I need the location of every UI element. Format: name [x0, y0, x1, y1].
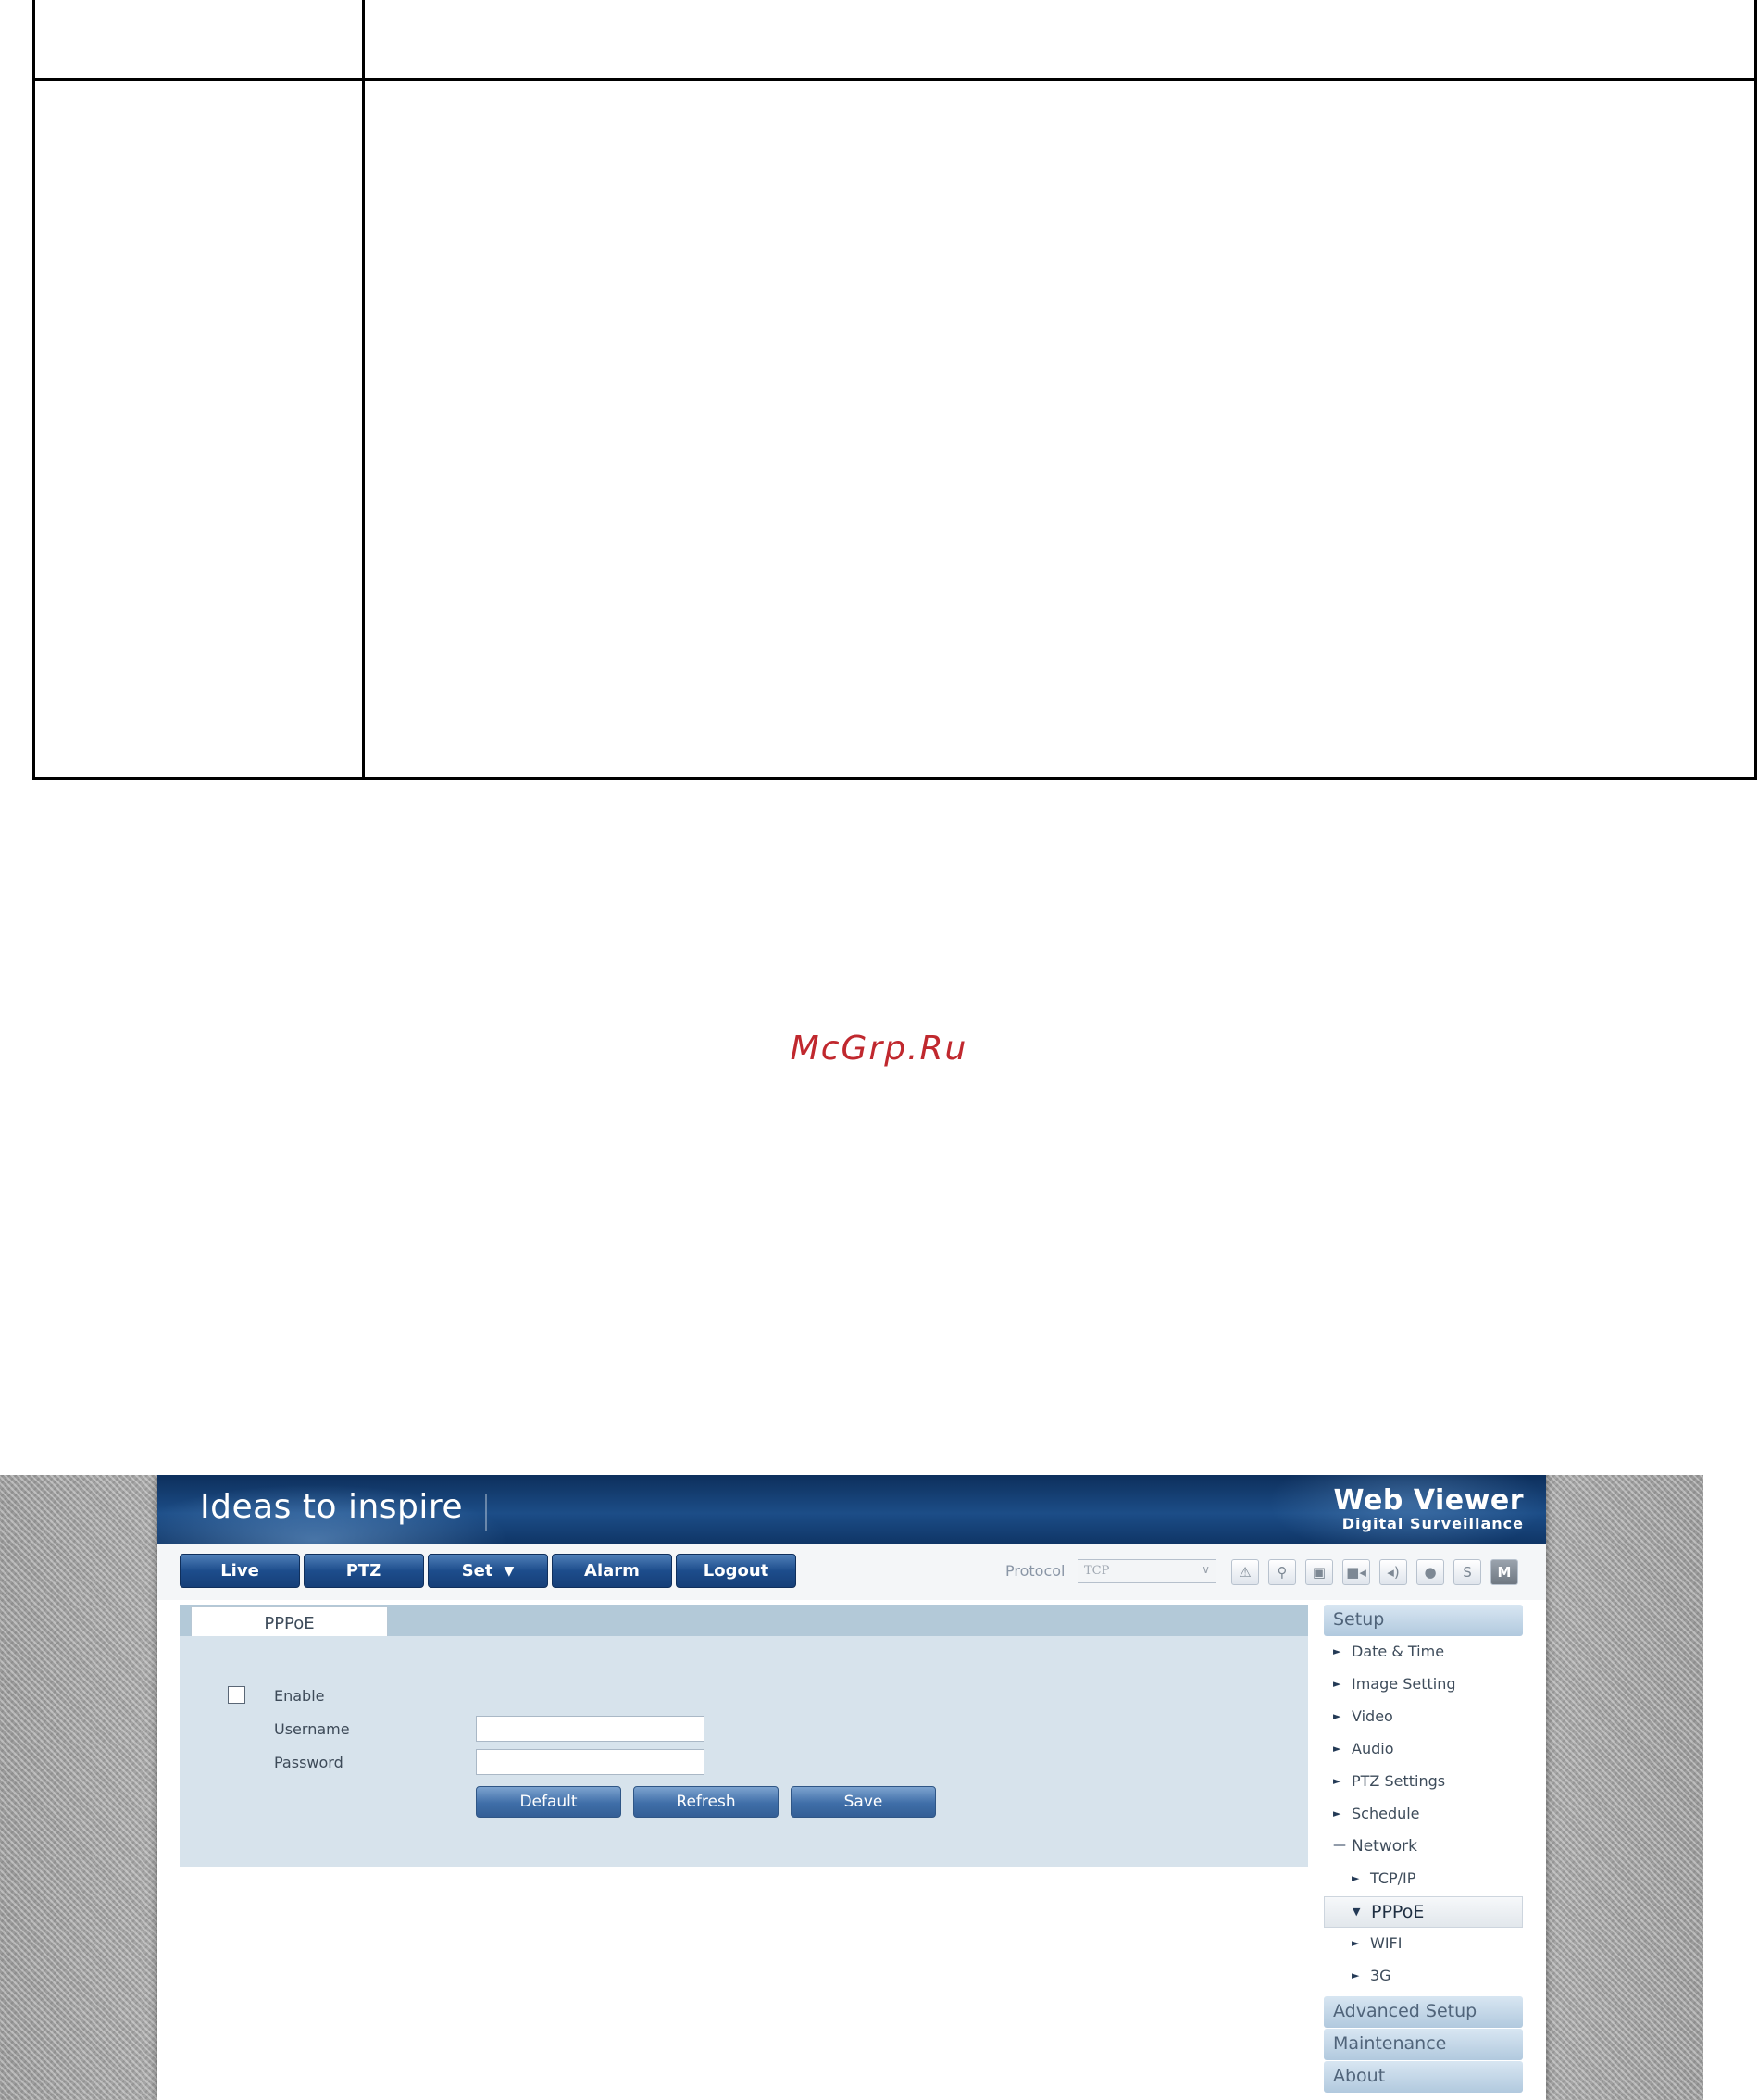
- protocol-select[interactable]: TCP ∨: [1078, 1559, 1216, 1583]
- arrow-right-icon: ►: [1333, 1710, 1341, 1722]
- arrow-right-icon: ►: [1333, 1775, 1341, 1787]
- record-icon[interactable]: ■◂: [1342, 1559, 1370, 1585]
- web-viewer-app: Ideas to inspire Web Viewer Digital Surv…: [157, 1475, 1546, 2100]
- table-column-divider: [362, 0, 365, 777]
- arrow-right-icon: ►: [1352, 1969, 1360, 1981]
- username-field[interactable]: [476, 1716, 704, 1742]
- nav-logout-button[interactable]: Logout: [676, 1554, 796, 1588]
- menu-item-wifi[interactable]: ► WIFI: [1324, 1931, 1523, 1959]
- menu-setup[interactable]: Setup: [1324, 1605, 1523, 1636]
- arrow-down-icon: ▼: [1353, 1906, 1361, 1918]
- collapse-icon: —: [1333, 1838, 1346, 1853]
- menu-item-video[interactable]: ► Video: [1324, 1705, 1523, 1732]
- stream-s-icon[interactable]: S: [1453, 1559, 1481, 1585]
- header-separator: [485, 1494, 487, 1531]
- tagline: Ideas to inspire: [200, 1488, 464, 1526]
- arrow-right-icon: ►: [1352, 1937, 1360, 1949]
- protocol-label: Protocol: [1005, 1562, 1066, 1580]
- microphone-icon[interactable]: ●: [1416, 1559, 1444, 1585]
- zoom-icon[interactable]: ⚲: [1268, 1559, 1296, 1585]
- chevron-down-icon: ∨: [1202, 1563, 1210, 1576]
- nav-set-button[interactable]: Set ▼: [428, 1554, 548, 1588]
- arrow-right-icon: ►: [1333, 1743, 1341, 1755]
- password-field[interactable]: [476, 1749, 704, 1775]
- arrow-right-icon: ►: [1333, 1645, 1341, 1657]
- document-table: [32, 0, 1757, 780]
- brand-title: Web Viewer: [1333, 1484, 1524, 1517]
- speaker-icon[interactable]: ◂): [1379, 1559, 1407, 1585]
- app-header: Ideas to inspire Web Viewer Digital Surv…: [157, 1475, 1546, 1544]
- watermark: McGrp.Ru: [790, 1030, 968, 1068]
- nav-alarm-button[interactable]: Alarm: [552, 1554, 672, 1588]
- default-button[interactable]: Default: [476, 1786, 621, 1818]
- toolbar: Live PTZ Set ▼ Alarm Logout Protocol TCP …: [157, 1544, 1546, 1600]
- panel-tabbar: PPPoE: [180, 1605, 1308, 1640]
- enable-checkbox[interactable]: [228, 1686, 245, 1704]
- brand-subtitle: Digital Surveillance: [1341, 1515, 1524, 1532]
- refresh-button[interactable]: Refresh: [633, 1786, 779, 1818]
- menu-item-tcp-ip[interactable]: ► TCP/IP: [1324, 1867, 1523, 1894]
- nav-ptz-button[interactable]: PTZ: [304, 1554, 424, 1588]
- arrow-right-icon: ►: [1352, 1872, 1360, 1884]
- menu-about[interactable]: About: [1324, 2061, 1523, 2093]
- password-label: Password: [274, 1754, 343, 1771]
- brand: Web Viewer Digital Surveillance: [1334, 1486, 1524, 1532]
- menu-item-3g[interactable]: ► 3G: [1324, 1964, 1523, 1992]
- arrow-right-icon: ►: [1333, 1678, 1341, 1690]
- menu-item-ptz-settings[interactable]: ► PTZ Settings: [1324, 1769, 1523, 1797]
- username-label: Username: [274, 1720, 350, 1738]
- chevron-down-icon: ▼: [504, 1563, 515, 1579]
- arrow-right-icon: ►: [1333, 1807, 1341, 1819]
- snapshot-icon[interactable]: ▣: [1305, 1559, 1333, 1585]
- alarm-warning-icon[interactable]: ⚠: [1231, 1559, 1259, 1585]
- save-button[interactable]: Save: [791, 1786, 936, 1818]
- table-row-divider: [35, 78, 1754, 81]
- menu-item-pppoe[interactable]: ▼ PPPoE: [1324, 1896, 1523, 1928]
- web-viewer-screenshot: Ideas to inspire Web Viewer Digital Surv…: [0, 1475, 1703, 2100]
- menu-item-schedule[interactable]: ► Schedule: [1324, 1802, 1523, 1830]
- stream-m-icon[interactable]: M: [1490, 1559, 1518, 1585]
- enable-label: Enable: [274, 1687, 325, 1705]
- menu-item-network[interactable]: — Network: [1324, 1834, 1523, 1862]
- panel-body: Enable Username Password Default Refresh…: [180, 1636, 1308, 1867]
- menu-item-date-time[interactable]: ► Date & Time: [1324, 1640, 1523, 1668]
- menu-advanced-setup[interactable]: Advanced Setup: [1324, 1996, 1523, 2028]
- menu-item-image-setting[interactable]: ► Image Setting: [1324, 1672, 1523, 1700]
- menu-item-audio[interactable]: ► Audio: [1324, 1737, 1523, 1765]
- pppoe-panel: PPPoE Enable Username Password Default R…: [180, 1605, 1308, 1867]
- menu-maintenance[interactable]: Maintenance: [1324, 2029, 1523, 2060]
- tab-pppoe[interactable]: PPPoE: [191, 1606, 388, 1640]
- nav-live-button[interactable]: Live: [180, 1554, 300, 1588]
